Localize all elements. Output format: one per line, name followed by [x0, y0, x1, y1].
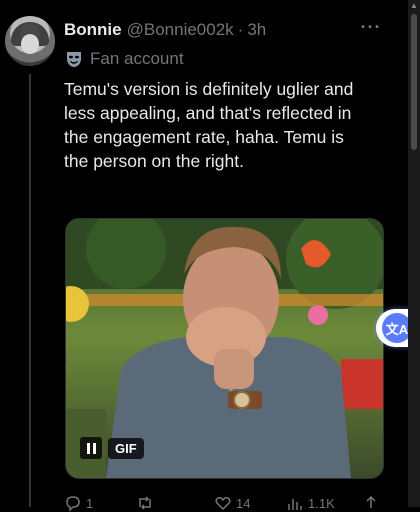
reply-count: 1 [86, 495, 94, 511]
post-actions: 1 14 1.1K [64, 494, 384, 512]
heart-icon [215, 497, 231, 511]
views-count: 1.1K [308, 495, 335, 511]
retweet-icon [139, 496, 151, 510]
header-separator: · [237, 20, 244, 39]
theater-mask-icon [67, 52, 81, 67]
scrollbar-thumb[interactable] [411, 14, 417, 150]
avatar[interactable] [5, 16, 55, 66]
scroll-up-arrow-icon[interactable]: ▲ [410, 2, 418, 10]
author-handle[interactable]: @Bonnie002k [127, 20, 234, 40]
share-button[interactable] [362, 494, 380, 512]
reply-button[interactable]: 1 [64, 494, 93, 512]
more-horizontal-icon[interactable]: ··· [360, 18, 382, 38]
gif-controls: GIF [80, 437, 144, 459]
thread-line [29, 74, 31, 507]
post-text: Temu's version is definitely uglier and … [64, 79, 354, 171]
post-media-gif[interactable]: GIF [65, 218, 384, 479]
reply-icon [66, 496, 80, 512]
pause-icon[interactable] [80, 437, 102, 459]
post-timestamp[interactable]: 3h [247, 20, 266, 40]
scrollbar[interactable]: ▲ [408, 0, 420, 507]
avatar-face [21, 34, 39, 54]
fan-account-badge: Fan account [64, 47, 184, 71]
post-header: Bonnie @Bonnie002k · 3h [64, 18, 384, 42]
like-button[interactable]: 14 [214, 494, 250, 512]
views-button[interactable]: 1.1K [286, 494, 335, 512]
author-name[interactable]: Bonnie [64, 20, 122, 40]
gif-badge: GIF [108, 437, 144, 459]
badge-label: Fan account [90, 49, 184, 68]
retweet-button[interactable] [136, 494, 158, 512]
like-count: 14 [236, 495, 251, 511]
share-icon [366, 495, 376, 508]
views-icon [288, 499, 302, 510]
